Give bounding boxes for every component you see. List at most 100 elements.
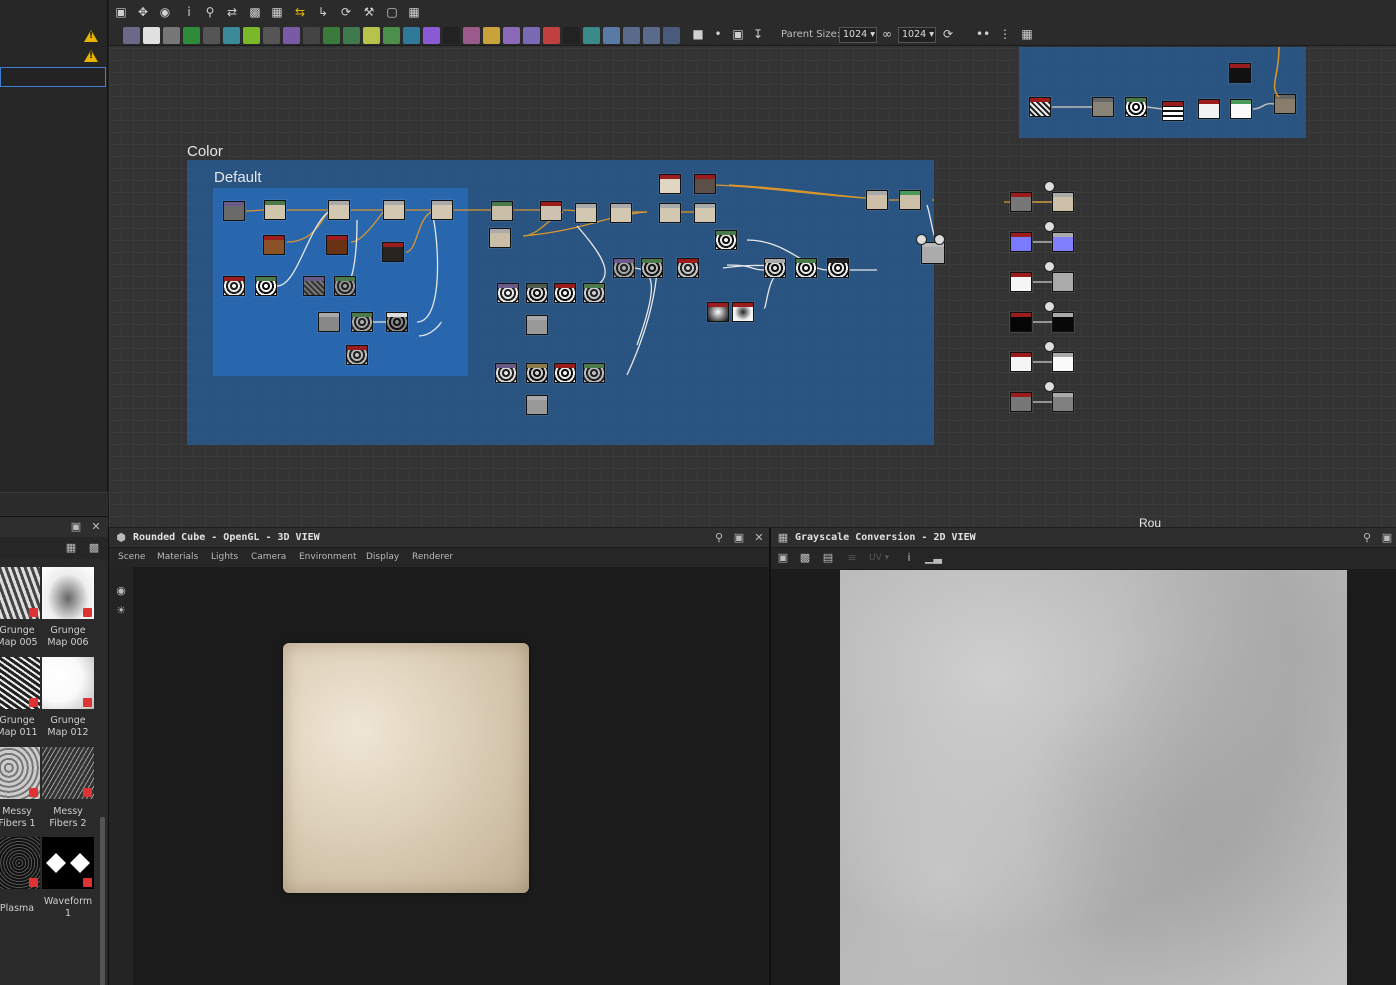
pin-icon[interactable]: ⚲ <box>713 532 725 544</box>
info-icon[interactable]: i <box>903 552 915 564</box>
camera-icon[interactable]: ◉ <box>158 5 172 19</box>
reset-size-icon[interactable]: ⟳ <box>941 27 955 41</box>
align-icon[interactable]: ▩ <box>248 5 262 19</box>
output-node-height[interactable] <box>1052 352 1074 372</box>
graph-node[interactable] <box>303 276 325 296</box>
connection-style-icon[interactable]: ⇆ <box>293 5 307 19</box>
graph-node[interactable] <box>677 258 699 278</box>
graph-node[interactable] <box>694 174 716 194</box>
close-icon[interactable]: ✕ <box>753 532 765 544</box>
graph-node[interactable] <box>383 200 405 220</box>
node-fx-icon[interactable] <box>383 27 400 44</box>
graph-view[interactable]: ▣ ✥ ◉ i ⚲ ⇄ ▩ ▦ ⇆ ↳ ⟳ ⚒ ▢ ▦ ■ • ▣ ↧ Pare… <box>109 0 1396 527</box>
graph-node[interactable] <box>223 201 245 221</box>
graph-node[interactable] <box>610 203 632 223</box>
move-icon[interactable]: ✥ <box>136 5 150 19</box>
library-thumb-messy-fibers-1[interactable] <box>0 747 40 799</box>
float-window-icon[interactable]: ▣ <box>1381 532 1393 544</box>
output-node-ao[interactable] <box>1052 392 1074 412</box>
pin-icon[interactable]: ⚲ <box>1361 532 1373 544</box>
node-distance-icon[interactable] <box>583 27 600 44</box>
output-input-node-ao[interactable] <box>1010 392 1032 412</box>
frame-title-cutoff[interactable]: Rou <box>1139 516 1161 527</box>
graph-node[interactable] <box>526 363 548 383</box>
library-thumb-grunge-011[interactable] <box>0 657 40 709</box>
node-levels-icon[interactable] <box>203 27 220 44</box>
output-input-node-normal[interactable] <box>1010 232 1032 252</box>
snap-icon[interactable]: ▦ <box>1020 27 1034 41</box>
graph-node[interactable] <box>264 200 286 220</box>
graph-node[interactable] <box>1092 97 1114 117</box>
library-thumb-waveform-1[interactable] <box>42 837 94 889</box>
frame-color[interactable]: Default <box>187 160 945 445</box>
frame-icon[interactable]: ▢ <box>385 5 399 19</box>
close-icon[interactable]: ✕ <box>90 521 102 533</box>
layout-icon[interactable]: ▦ <box>270 5 284 19</box>
graph-node[interactable] <box>899 190 921 210</box>
graph-node[interactable] <box>554 363 576 383</box>
graph-node[interactable] <box>1125 97 1147 117</box>
graph-node[interactable] <box>382 242 404 262</box>
node-transform-icon[interactable] <box>323 27 340 44</box>
camera-icon[interactable]: ◉ <box>115 585 127 597</box>
grayscale-texture-preview[interactable] <box>840 570 1347 985</box>
graph-node[interactable] <box>1198 99 1220 119</box>
graph-node[interactable] <box>613 258 635 278</box>
menu-materials[interactable]: Materials <box>157 552 198 562</box>
graph-node[interactable] <box>223 276 245 296</box>
graph-node[interactable] <box>255 276 277 296</box>
node-svg-icon[interactable] <box>523 27 540 44</box>
graph-node[interactable] <box>641 258 663 278</box>
node-emboss-icon[interactable] <box>463 27 480 44</box>
graph-node[interactable] <box>489 228 511 248</box>
output-input-node-height[interactable] <box>1010 352 1032 372</box>
reroute-icon[interactable]: ↳ <box>316 5 330 19</box>
node-histogram-icon[interactable] <box>563 27 580 44</box>
graph-node[interactable] <box>707 302 729 322</box>
library-thumb-plasma[interactable] <box>0 837 40 889</box>
parent-size-y-select[interactable]: 1024 ▾ <box>898 27 936 43</box>
save-icon[interactable]: ▩ <box>799 552 811 564</box>
info-icon[interactable]: i <box>182 5 196 19</box>
output-node-normal[interactable] <box>1052 232 1074 252</box>
rotate-icon[interactable]: ⟳ <box>339 5 353 19</box>
explorer-selected-row[interactable] <box>0 67 106 87</box>
output-input-node-metallic[interactable] <box>1010 312 1032 332</box>
frame-title-color[interactable]: Color <box>187 143 223 160</box>
node-curve-icon[interactable] <box>183 27 200 44</box>
graph-node[interactable] <box>1230 99 1252 119</box>
node-grayscale-icon[interactable] <box>363 27 380 44</box>
graph-node[interactable] <box>326 235 348 255</box>
output-input-node-basecolor[interactable] <box>1010 192 1032 212</box>
node-sharpen-icon[interactable] <box>483 27 500 44</box>
graph-node[interactable] <box>431 200 453 220</box>
menu-environment[interactable]: Environment <box>299 552 356 562</box>
uv-toggle[interactable]: UV ▾ <box>869 553 889 563</box>
node-noise-icon[interactable] <box>443 27 460 44</box>
channels-icon[interactable]: ≡ <box>846 552 858 564</box>
graph-node[interactable] <box>328 200 350 220</box>
menu-camera[interactable]: Camera <box>251 552 286 562</box>
graph-node[interactable] <box>386 312 408 332</box>
graph-node[interactable] <box>1029 97 1051 117</box>
library-thumb-grunge-005[interactable] <box>0 567 40 619</box>
graph-node[interactable] <box>866 190 888 210</box>
graph-node[interactable] <box>495 363 517 383</box>
histogram-icon[interactable]: ▁▃ <box>925 552 942 564</box>
node-hsl-icon[interactable] <box>343 27 360 44</box>
node-pixel-processor-icon[interactable] <box>623 27 640 44</box>
node-uniform-color-icon[interactable] <box>143 27 160 44</box>
display-mode-icon[interactable]: ▩ <box>88 542 100 554</box>
menu-scene[interactable]: Scene <box>118 552 145 562</box>
node-text-icon[interactable] <box>503 27 520 44</box>
copy-icon[interactable]: ▣ <box>777 552 789 564</box>
link-size-icon[interactable]: ∞ <box>880 27 894 41</box>
graph-node[interactable] <box>694 203 716 223</box>
graph-node[interactable] <box>491 201 513 221</box>
graph-node[interactable] <box>526 283 548 303</box>
graph-node[interactable] <box>583 363 605 383</box>
graph-node[interactable] <box>497 283 519 303</box>
graph-node[interactable] <box>318 312 340 332</box>
graph-node[interactable] <box>827 258 849 278</box>
material-node[interactable] <box>921 242 945 264</box>
